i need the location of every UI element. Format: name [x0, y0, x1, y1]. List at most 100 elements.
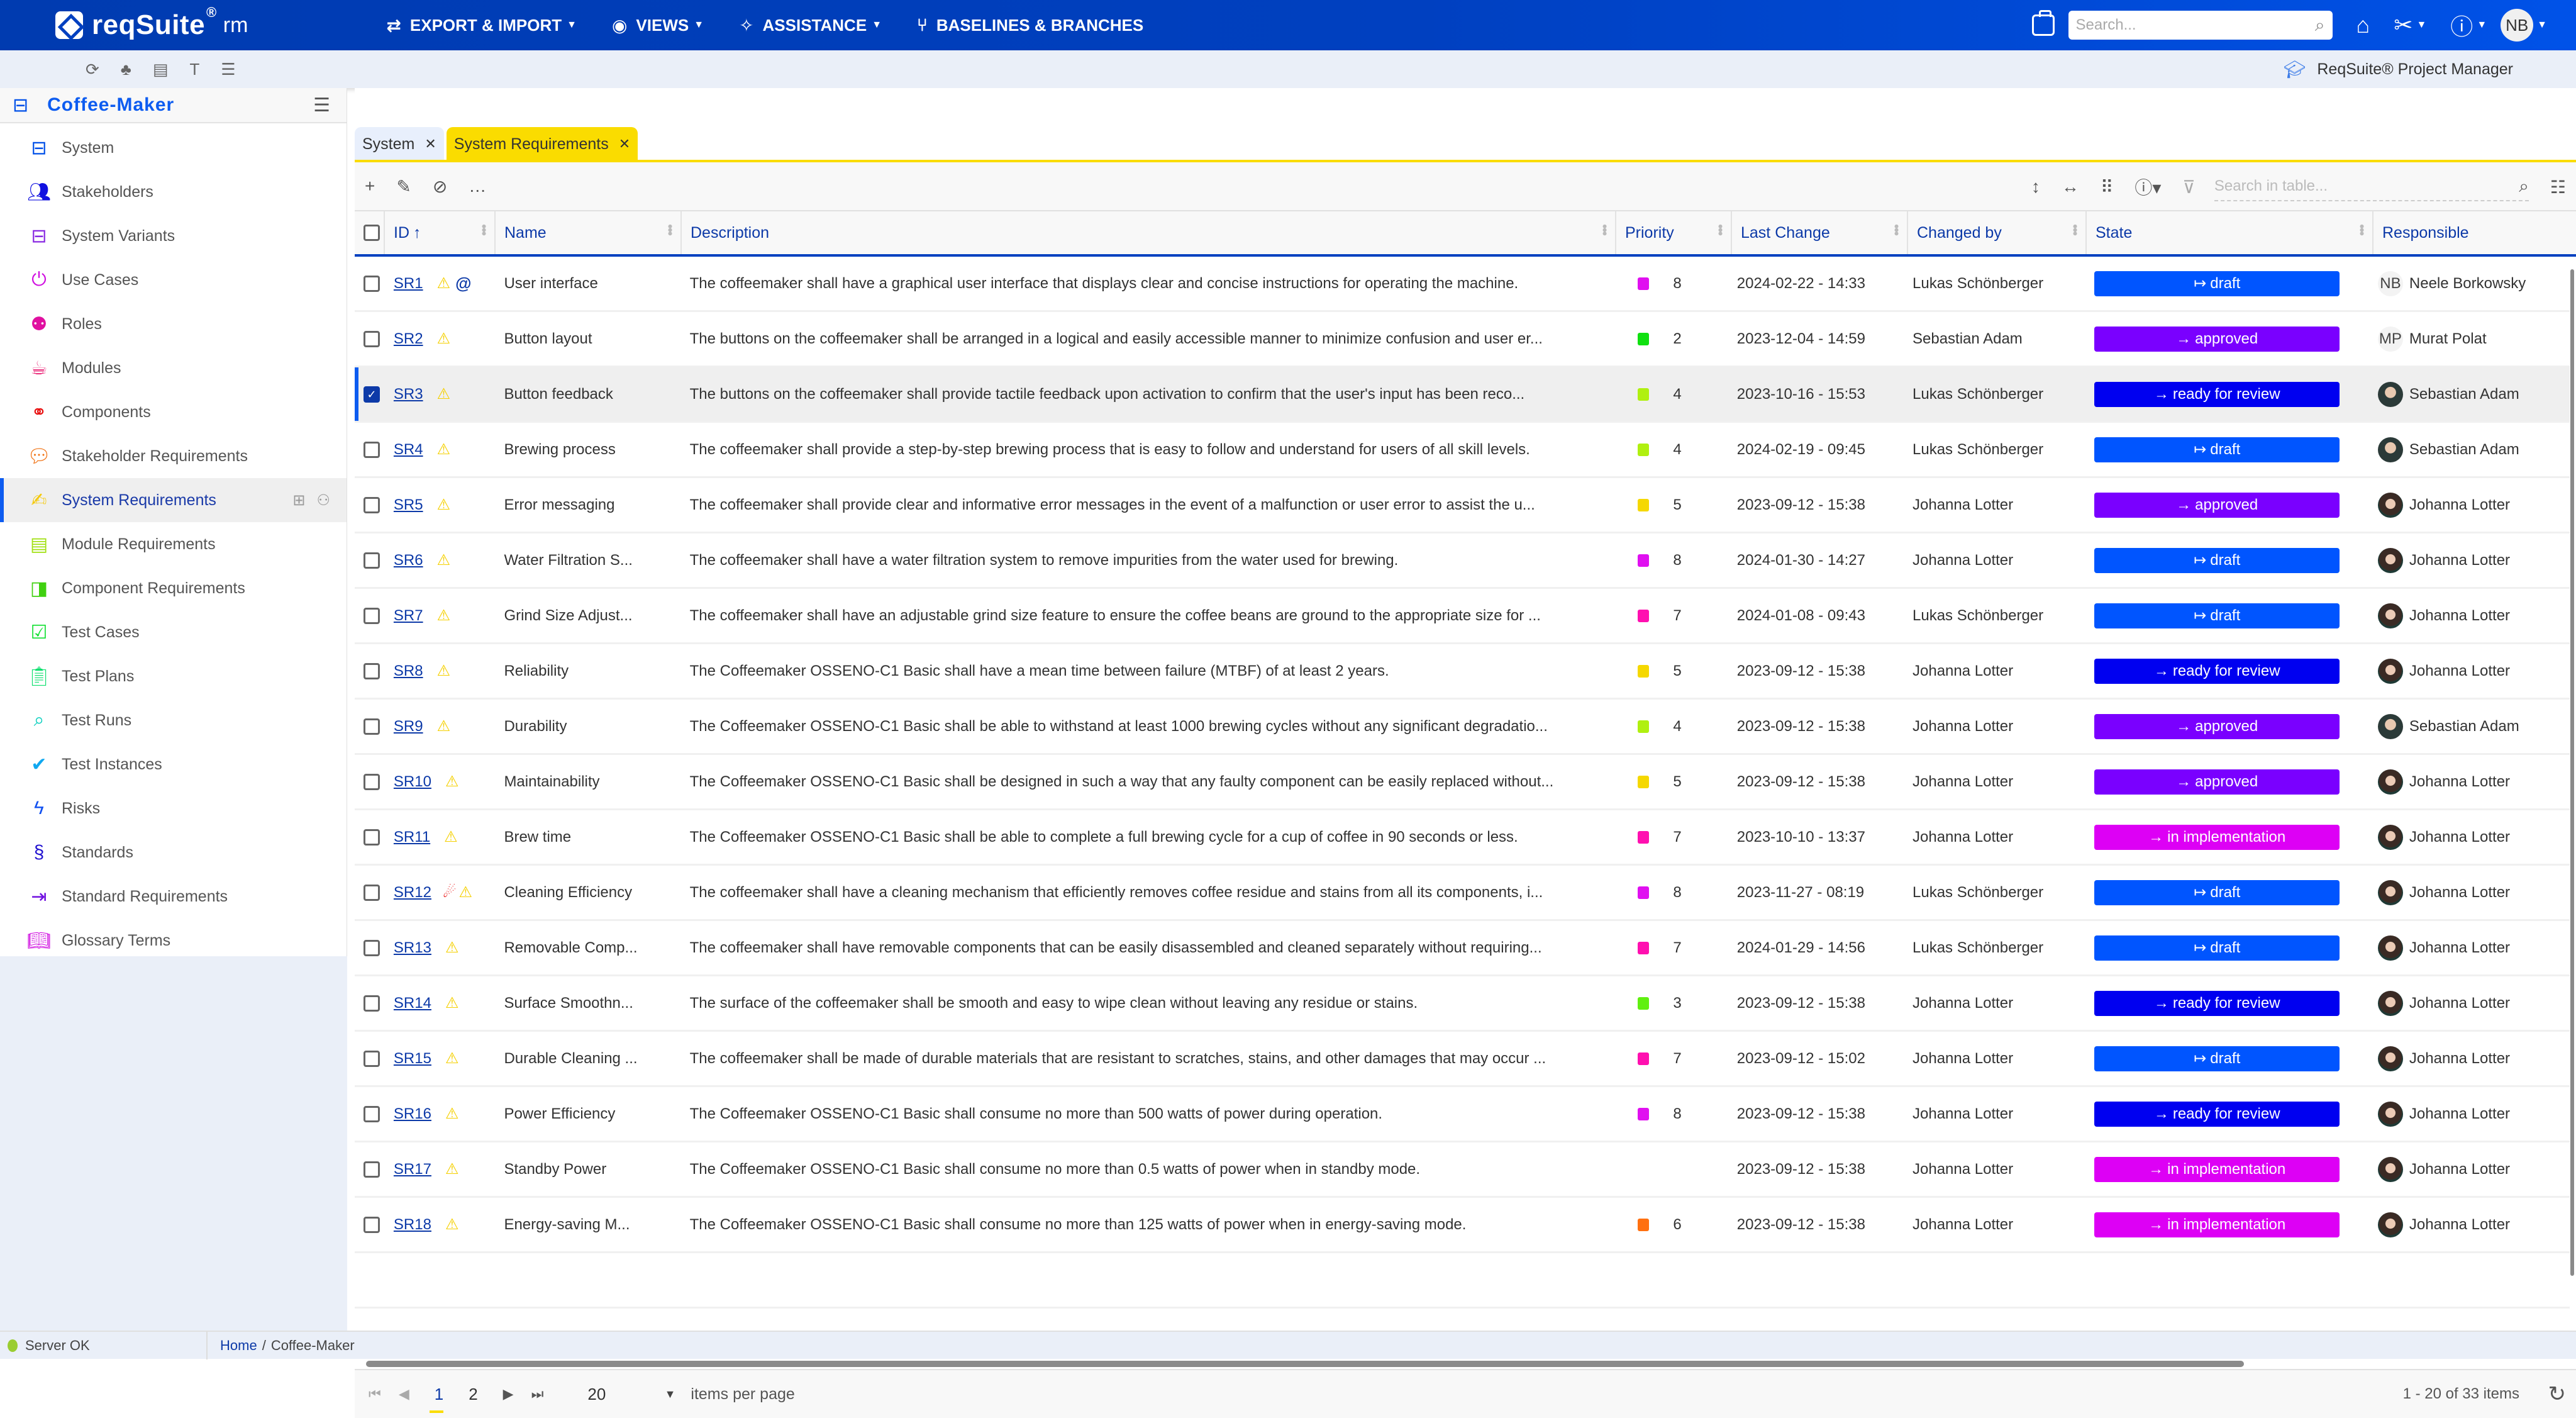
global-search[interactable]: ⌕	[2068, 11, 2333, 40]
page-1-button[interactable]: 1	[429, 1385, 444, 1413]
sidebar-item-standards[interactable]: § Standards	[0, 830, 347, 874]
menu-views[interactable]: ◉ VIEWS ▼	[612, 15, 704, 36]
column-header-last-change[interactable]: Last Change •••	[1732, 211, 1908, 254]
table-row[interactable]: SR6 ⚠ Water Filtration S... The coffeemaker…	[355, 533, 2570, 589]
issues-filter-icon[interactable]: ⓘ▾	[2135, 174, 2161, 199]
breadcrumb-home[interactable]: Home	[220, 1337, 257, 1354]
warning-icon[interactable]: ⚠	[437, 606, 451, 625]
state-badge[interactable]: ↦ draft	[2094, 935, 2340, 961]
state-badge[interactable]: → ready for review	[2094, 381, 2340, 407]
calculator-icon[interactable]: ▤	[153, 60, 169, 79]
search-icon[interactable]: ⌕	[2519, 176, 2529, 197]
requirement-id-link[interactable]: SR18	[394, 1216, 431, 1234]
caret-down-icon[interactable]: ▼	[2537, 20, 2547, 31]
sidebar-item-stakeholders[interactable]: 👥︎ Stakeholders	[0, 170, 347, 214]
home-icon[interactable]: ⌂	[2357, 12, 2370, 38]
last-page-icon[interactable]: ⏭	[531, 1386, 544, 1402]
add-folder-icon[interactable]: ⊞	[292, 491, 305, 510]
state-badge[interactable]: ↦ draft	[2094, 603, 2340, 628]
row-checkbox[interactable]	[364, 884, 380, 901]
requirement-id-link[interactable]: SR4	[394, 441, 423, 459]
state-badge[interactable]: ↦ draft	[2094, 547, 2340, 573]
warning-icon[interactable]: ⚠	[445, 1160, 459, 1178]
row-checkbox[interactable]	[364, 662, 380, 679]
table-row[interactable]: SR11 ⚠ Brew time The Coffeemaker OSSENO-C1 …	[355, 810, 2570, 866]
refresh-icon[interactable]: ↻	[2548, 1382, 2567, 1407]
global-search-input[interactable]	[2075, 16, 2315, 34]
row-checkbox[interactable]	[364, 939, 380, 956]
column-header-description[interactable]: Description •••	[682, 211, 1616, 254]
row-checkbox[interactable]	[364, 1105, 380, 1122]
state-badge[interactable]: → in implementation	[2094, 1212, 2340, 1237]
requirement-id-link[interactable]: SR6	[394, 552, 423, 569]
database-icon[interactable]: ☰	[221, 60, 235, 79]
table-row[interactable]: SR10 ⚠ Maintainability The Coffeemaker OSSE…	[355, 755, 2570, 810]
requirement-id-link[interactable]: SR17	[394, 1161, 431, 1178]
column-header-responsible[interactable]: Responsible	[2373, 211, 2576, 254]
state-badge[interactable]: ↦ draft	[2094, 879, 2340, 905]
menu-assistance[interactable]: ✧ ASSISTANCE ▼	[739, 15, 882, 36]
column-menu-icon[interactable]: •••	[662, 224, 678, 235]
horizontal-scrollbar-thumb[interactable]	[366, 1361, 2244, 1367]
mention-icon[interactable]: @	[455, 274, 471, 293]
link-icon[interactable]: ⊘	[433, 176, 447, 197]
hamburger-menu-icon[interactable]: ☰	[313, 94, 330, 116]
table-row[interactable]: SR8 ⚠ Reliability The Coffeemaker OSSENO-C1…	[355, 644, 2570, 700]
user-icon[interactable]: ⚇	[316, 491, 330, 510]
state-badge[interactable]: → approved	[2094, 713, 2340, 739]
sidebar-item-test-runs[interactable]: ⌕ Test Runs	[0, 698, 347, 742]
state-badge[interactable]: ↦ draft	[2094, 1046, 2340, 1071]
requirement-id-link[interactable]: SR10	[394, 773, 431, 791]
table-row[interactable]: SR12 ☄ ⚠ Cleaning Efficiency The coffeemaker…	[355, 866, 2570, 921]
column-header-id[interactable]: ID ↑ •••	[385, 211, 496, 254]
state-badge[interactable]: → ready for review	[2094, 658, 2340, 684]
row-checkbox[interactable]	[364, 496, 380, 513]
requirement-id-link[interactable]: SR9	[394, 718, 423, 735]
column-menu-icon[interactable]: •••	[2354, 224, 2370, 235]
warning-icon[interactable]: ⚠	[444, 828, 458, 846]
requirement-id-link[interactable]: SR7	[394, 607, 423, 625]
sidebar-item-components[interactable]: ⚭ Components	[0, 390, 347, 434]
column-menu-icon[interactable]: •••	[476, 224, 492, 235]
warning-icon[interactable]: ⚠	[437, 551, 451, 569]
row-checkbox[interactable]	[364, 1216, 380, 1233]
table-row[interactable]: SR13 ⚠ Removable Comp... The coffeemaker sh…	[355, 921, 2570, 976]
edit-icon[interactable]: ✎	[396, 176, 411, 197]
sidebar-item-system[interactable]: ⊟ System	[0, 126, 347, 170]
sidebar-item-test-instances[interactable]: ✔ Test Instances	[0, 742, 347, 786]
expand-rows-icon[interactable]: ↕	[2031, 177, 2040, 197]
row-checkbox[interactable]	[364, 441, 380, 458]
row-checkbox[interactable]	[364, 607, 380, 624]
warning-icon[interactable]: ⚠	[437, 662, 451, 680]
table-row[interactable]: SR4 ⚠ Brewing process The coffeemaker shall…	[355, 423, 2570, 478]
requirement-id-link[interactable]: SR14	[394, 995, 431, 1012]
sidebar-item-risks[interactable]: ϟ Risks	[0, 786, 347, 830]
table-row[interactable]: SR7 ⚠ Grind Size Adjust... The coffeemaker …	[355, 589, 2570, 644]
row-checkbox[interactable]	[364, 1161, 380, 1178]
state-badge[interactable]: → ready for review	[2094, 990, 2340, 1016]
close-icon[interactable]: ✕	[619, 136, 630, 152]
table-row[interactable]: SR16 ⚠ Power Efficiency The Coffeemaker OSS…	[355, 1087, 2570, 1142]
warning-icon[interactable]: ⚠	[445, 939, 459, 957]
sidebar-item-system-variants[interactable]: ⊟ System Variants	[0, 214, 347, 258]
sidebar-item-test-cases[interactable]: ☑ Test Cases	[0, 610, 347, 654]
row-checkbox[interactable]	[364, 275, 380, 292]
table-row[interactable]: SR1 ⚠ @ User interface The coffeemaker shall…	[355, 257, 2570, 312]
requirement-id-link[interactable]: SR15	[394, 1050, 431, 1068]
table-search[interactable]: ⌕	[2214, 172, 2529, 201]
app-logo[interactable]: reqSuite® rm	[55, 4, 248, 41]
refresh-icon[interactable]: ⟳	[86, 60, 99, 79]
vertical-scrollbar[interactable]	[2570, 258, 2575, 1359]
hierarchy-icon[interactable]: ♣	[121, 60, 131, 79]
row-checkbox[interactable]	[364, 829, 380, 846]
state-badge[interactable]: → ready for review	[2094, 1101, 2340, 1127]
briefcase-icon[interactable]	[2031, 10, 2055, 36]
previous-page-icon[interactable]: ◀	[399, 1386, 409, 1402]
column-header-name[interactable]: Name •••	[496, 211, 682, 254]
state-badge[interactable]: ↦ draft	[2094, 271, 2340, 296]
column-menu-icon[interactable]: •••	[2067, 224, 2083, 235]
sidebar-item-stakeholder-requirements[interactable]: 💬︎ Stakeholder Requirements	[0, 434, 347, 478]
requirement-id-link[interactable]: SR12	[394, 884, 431, 902]
warning-icon[interactable]: ⚠	[458, 883, 472, 902]
text-icon[interactable]: T	[189, 60, 199, 79]
